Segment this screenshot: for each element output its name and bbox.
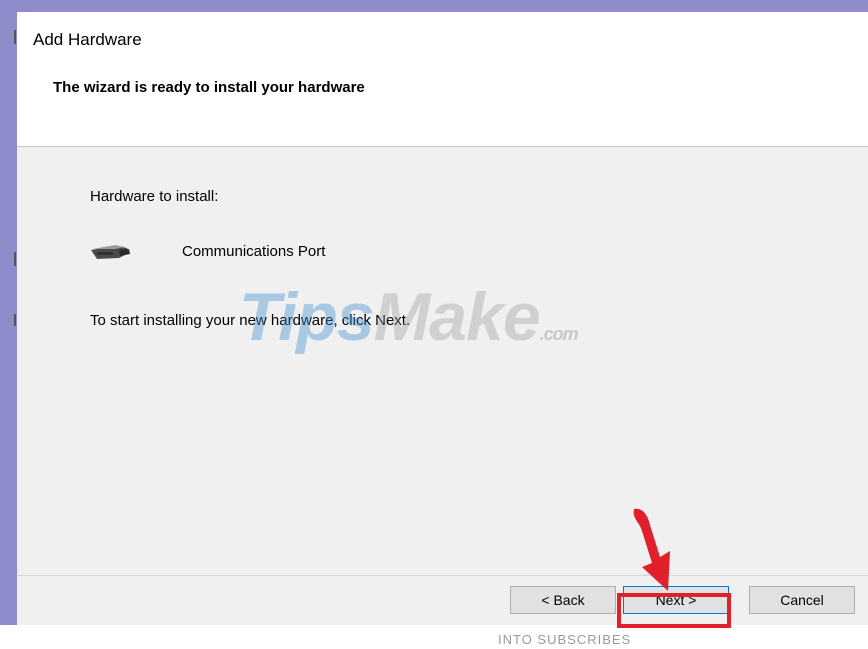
background-window-text: INTO SUBSCRIBES bbox=[498, 632, 632, 647]
dialog-header: Add Hardware The wizard is ready to inst… bbox=[17, 12, 868, 147]
background-window-strip bbox=[0, 625, 868, 649]
dialog-title: Add Hardware bbox=[33, 30, 142, 49]
back-button[interactable]: < Back bbox=[510, 586, 616, 614]
watermark-domain: .com bbox=[539, 324, 579, 344]
cancel-button[interactable]: Cancel bbox=[749, 586, 855, 614]
serial-port-icon bbox=[91, 245, 130, 259]
watermark-logo: TipsMake.com bbox=[239, 278, 579, 356]
device-name: Communications Port bbox=[182, 243, 326, 260]
footer-divider bbox=[17, 575, 868, 576]
watermark-tips: Tips bbox=[239, 279, 375, 355]
dialog-subtitle: The wizard is ready to install your hard… bbox=[53, 79, 365, 96]
next-highlight-box bbox=[617, 593, 731, 628]
pointer-arrow-icon bbox=[633, 508, 670, 591]
left-edge-marks bbox=[0, 0, 17, 649]
add-hardware-dialog: Add Hardware The wizard is ready to inst… bbox=[17, 12, 868, 625]
watermark-make: Make bbox=[373, 279, 541, 355]
hardware-to-install-label: Hardware to install: bbox=[90, 188, 219, 205]
